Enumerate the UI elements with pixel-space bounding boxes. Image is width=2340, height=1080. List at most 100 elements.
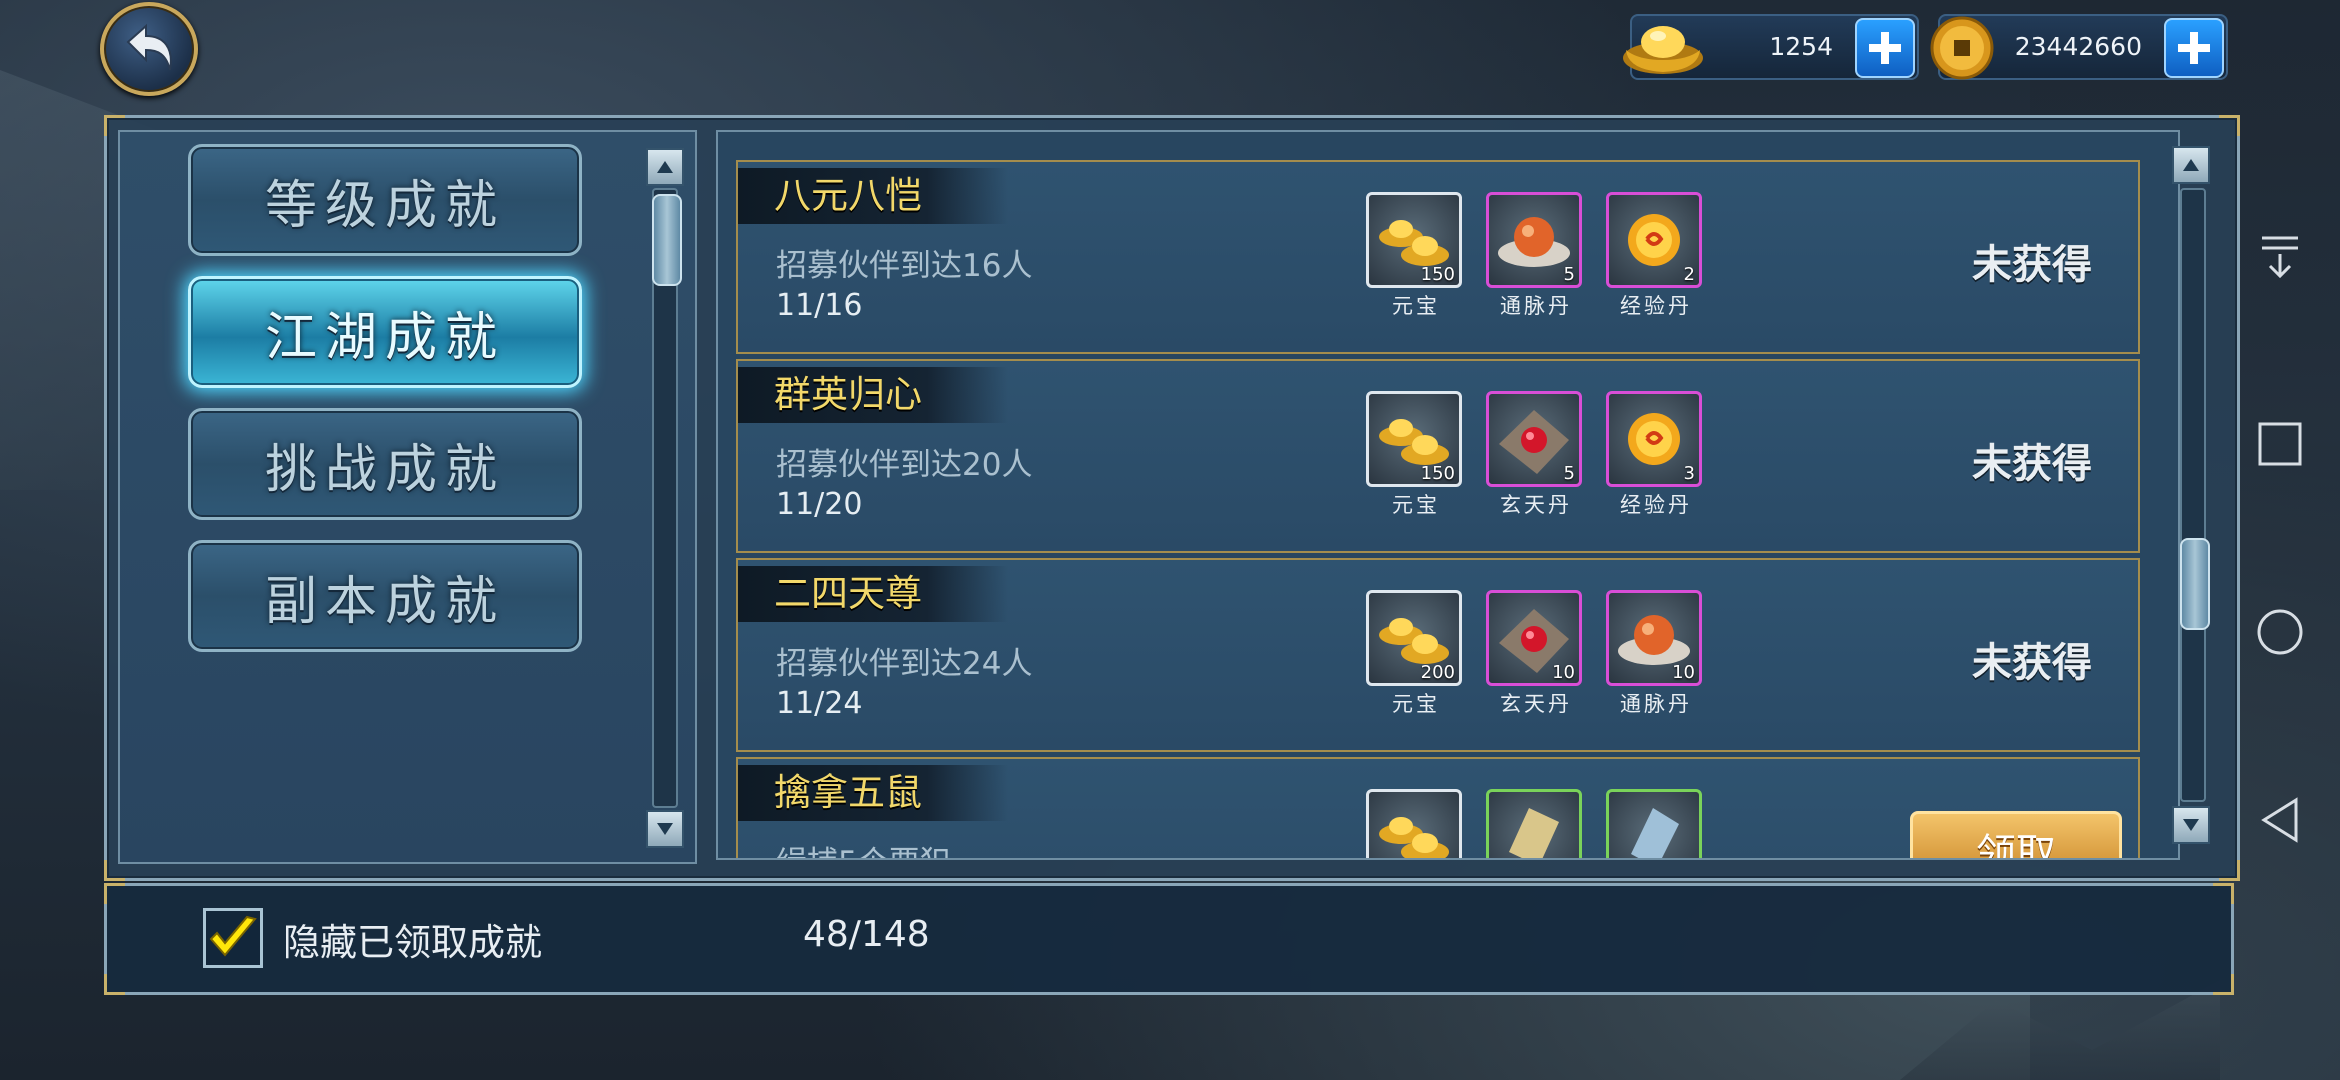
reward-name: 玄天丹 xyxy=(1500,692,1572,716)
add-ingot-button[interactable] xyxy=(1855,18,1915,78)
recent-apps-icon[interactable] xyxy=(2250,414,2310,474)
home-icon[interactable] xyxy=(2250,602,2310,662)
reward-count: 5 xyxy=(1563,463,1575,484)
achievement-desc: 招募伙伴到达24人 xyxy=(776,646,1033,682)
list-scrollbar[interactable] xyxy=(2180,188,2210,802)
reward-slot[interactable]: 150 元宝 xyxy=(1366,192,1466,320)
red-pill-icon: 10 xyxy=(1486,590,1582,686)
notification-pull-icon[interactable] xyxy=(2250,228,2310,288)
arrow-down-icon xyxy=(2183,819,2199,831)
gold-ingot-icon: 200 xyxy=(1366,590,1462,686)
reward-count: 10 xyxy=(1552,662,1575,683)
frame-corner xyxy=(2219,860,2240,881)
category-tab-dungeon[interactable]: 副本成就 xyxy=(188,540,582,652)
achievement-item: 八元八恺 招募伙伴到达16人 11/16 150 元宝 5 通脉丹 2 经验丹 … xyxy=(736,160,2140,354)
coin-amount: 23442660 xyxy=(2014,32,2142,61)
scroll-item-icon xyxy=(1606,789,1702,858)
achievement-desc: 招募伙伴到达16人 xyxy=(776,248,1033,284)
reward-count: 3 xyxy=(1683,463,1695,484)
category-panel: 等级成就 江湖成就 挑战成就 副本成就 xyxy=(118,130,697,864)
reward-name: 元宝 xyxy=(1392,493,1440,517)
frame-corner xyxy=(104,883,125,904)
category-scroll-thumb[interactable] xyxy=(652,194,682,286)
arrow-down-icon xyxy=(657,823,673,835)
frame-corner xyxy=(2219,115,2240,136)
plus-icon xyxy=(1869,32,1901,64)
category-tab-level[interactable]: 等级成就 xyxy=(188,144,582,256)
back-arrow-icon xyxy=(126,23,172,71)
reward-slot[interactable]: 200 元宝 xyxy=(1366,590,1466,718)
copper-coin-icon xyxy=(1930,16,1994,80)
reward-slot[interactable]: 3 经验丹 xyxy=(1606,391,1706,519)
gold-ingot-icon: 150 xyxy=(1366,391,1462,487)
frame-corner xyxy=(104,974,125,995)
back-button[interactable] xyxy=(100,2,198,96)
achievement-status: 未获得 xyxy=(1972,242,2092,288)
checkmark-icon xyxy=(209,915,257,957)
list-scroll-up[interactable] xyxy=(2172,146,2210,184)
reward-count: 10 xyxy=(1672,662,1695,683)
arrow-up-icon xyxy=(657,161,673,173)
list-scroll-down[interactable] xyxy=(2172,806,2210,844)
reward-slot[interactable] xyxy=(1606,789,1706,858)
category-scroll-up[interactable] xyxy=(646,148,684,186)
achievement-item: 二四天尊 招募伙伴到达24人 11/24 200 元宝 10 玄天丹 10 通脉… xyxy=(736,558,2140,752)
exp-pill-icon: 2 xyxy=(1606,192,1702,288)
reward-count: 2 xyxy=(1683,264,1695,285)
achievement-progress: 11/16 xyxy=(776,288,863,323)
footer-bar: 隐藏已领取成就 48/148 xyxy=(104,883,2234,995)
orange-pill-icon: 10 xyxy=(1606,590,1702,686)
achievement-count: 48/148 xyxy=(803,914,930,955)
category-tab-jianghu[interactable]: 江湖成就 xyxy=(188,276,582,388)
achievement-desc: 缉捕5个要犯 xyxy=(776,837,951,858)
hide-claimed-checkbox[interactable] xyxy=(203,908,263,968)
achievement-status: 未获得 xyxy=(1972,640,2092,686)
reward-name: 元宝 xyxy=(1392,692,1440,716)
orange-pill-icon: 5 xyxy=(1486,192,1582,288)
achievement-item: 群英归心 招募伙伴到达20人 11/20 150 元宝 5 玄天丹 3 经验丹 … xyxy=(736,359,2140,553)
reward-count: 5 xyxy=(1563,264,1575,285)
plus-icon xyxy=(2178,32,2210,64)
coin-currency-bar: 23442660 xyxy=(1930,14,2228,80)
add-coin-button[interactable] xyxy=(2164,18,2224,78)
reward-slot[interactable] xyxy=(1486,789,1586,858)
reward-name: 通脉丹 xyxy=(1500,294,1572,318)
achievement-status: 未获得 xyxy=(1972,441,2092,487)
category-scrollbar[interactable] xyxy=(652,188,682,808)
achievement-item: 擒拿五鼠 缉捕5个要犯 领取 xyxy=(736,757,2140,858)
reward-slot[interactable] xyxy=(1366,789,1466,858)
back-nav-icon[interactable] xyxy=(2250,790,2310,850)
frame-corner xyxy=(2213,974,2234,995)
achievement-title: 群英归心 xyxy=(738,367,1008,423)
reward-slot[interactable]: 10 通脉丹 xyxy=(1606,590,1706,718)
achievement-title: 八元八恺 xyxy=(738,168,1008,224)
gold-ingot-icon xyxy=(1366,789,1462,858)
reward-name: 经验丹 xyxy=(1620,294,1692,318)
reward-slot[interactable]: 5 通脉丹 xyxy=(1486,192,1586,320)
gold-ingot-icon xyxy=(1623,26,1703,74)
achievement-progress: 11/20 xyxy=(776,487,863,522)
reward-name: 元宝 xyxy=(1392,294,1440,318)
claim-button[interactable]: 领取 xyxy=(1910,811,2122,858)
reward-name: 通脉丹 xyxy=(1620,692,1692,716)
achievement-title: 二四天尊 xyxy=(738,566,1008,622)
category-tab-challenge[interactable]: 挑战成就 xyxy=(188,408,582,520)
reward-count: 150 xyxy=(1420,463,1455,484)
reward-slot[interactable]: 10 玄天丹 xyxy=(1486,590,1586,718)
achievement-list[interactable]: 八元八恺 招募伙伴到达16人 11/16 150 元宝 5 通脉丹 2 经验丹 … xyxy=(716,130,2180,860)
gold-ingot-icon: 150 xyxy=(1366,192,1462,288)
exp-pill-icon: 3 xyxy=(1606,391,1702,487)
reward-slot[interactable]: 5 玄天丹 xyxy=(1486,391,1586,519)
list-scroll-thumb[interactable] xyxy=(2180,538,2210,630)
reward-slot[interactable]: 2 经验丹 xyxy=(1606,192,1706,320)
hide-claimed-label: 隐藏已领取成就 xyxy=(283,921,542,964)
achievement-desc: 招募伙伴到达20人 xyxy=(776,447,1033,483)
achievement-progress: 11/24 xyxy=(776,686,863,721)
reward-slot[interactable]: 150 元宝 xyxy=(1366,391,1466,519)
reward-count: 200 xyxy=(1420,662,1455,683)
scroll-item-icon xyxy=(1486,789,1582,858)
arrow-up-icon xyxy=(2183,159,2199,171)
ingot-amount: 1254 xyxy=(1769,32,1833,61)
category-scroll-down[interactable] xyxy=(646,810,684,848)
reward-name: 玄天丹 xyxy=(1500,493,1572,517)
